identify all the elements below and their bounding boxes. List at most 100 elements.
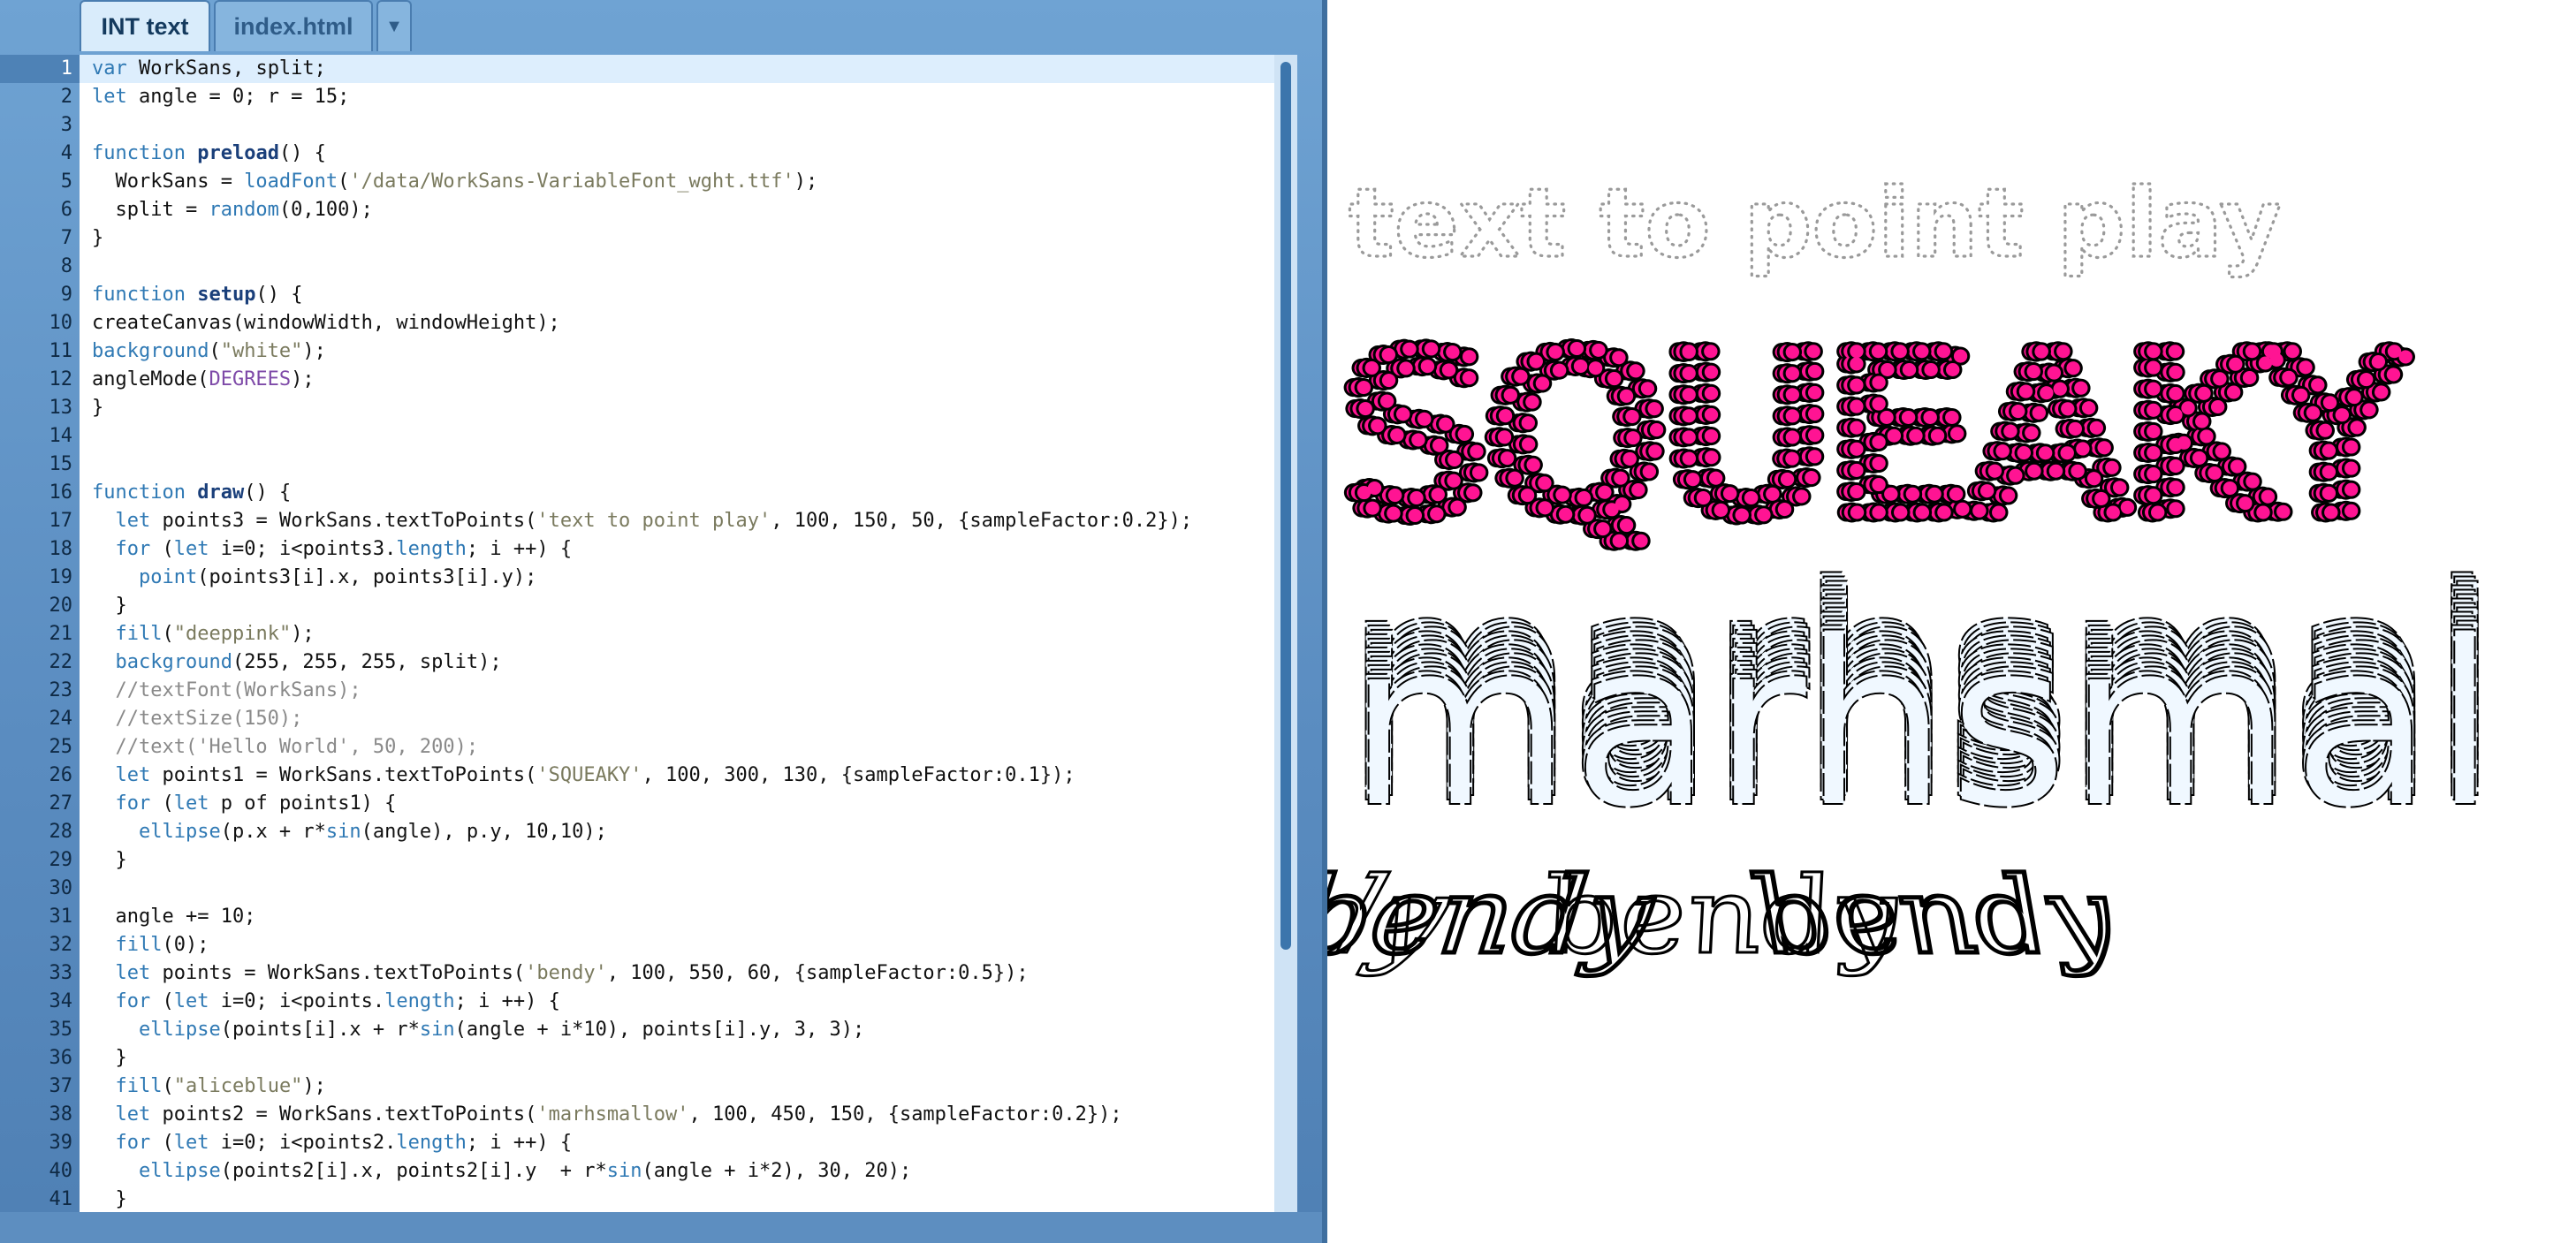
- code-line[interactable]: function setup() {: [80, 281, 1274, 309]
- code-token: }: [92, 397, 104, 419]
- code-line[interactable]: var WorkSans, split;: [80, 55, 1274, 83]
- code-line[interactable]: createCanvas(windowWidth, windowHeight);: [80, 309, 1274, 337]
- code-line[interactable]: let points = WorkSans.textToPoints('bend…: [80, 959, 1274, 988]
- code-line[interactable]: //text('Hello World', 50, 200);: [80, 733, 1274, 762]
- line-number: 12: [49, 368, 73, 390]
- code-token: fill: [115, 934, 163, 956]
- code-token: (: [150, 538, 174, 560]
- code-editor[interactable]: var WorkSans, split; let angle = 0; r = 1…: [80, 55, 1274, 1212]
- code-token: (points[i].x + r*: [220, 1019, 420, 1041]
- code-line[interactable]: angle += 10;: [80, 903, 1274, 931]
- code-line[interactable]: }: [80, 846, 1274, 875]
- code-line[interactable]: function preload() {: [80, 140, 1274, 168]
- line-number: 24: [49, 708, 73, 730]
- line-number: 37: [49, 1075, 73, 1097]
- code-line[interactable]: }: [80, 1186, 1274, 1212]
- code-token: let: [115, 962, 151, 984]
- marshmallow-text: marhsmalmarhsmalmarhsmalmarhsmalmarhsmal…: [1344, 534, 2500, 860]
- code-token: 'SQUEAKY': [536, 764, 642, 786]
- code-token: () {: [255, 284, 303, 306]
- code-line[interactable]: [80, 451, 1274, 479]
- code-token: ellipse: [138, 1019, 221, 1041]
- code-token: var: [92, 57, 127, 80]
- line-number: 5: [60, 171, 72, 193]
- code-line[interactable]: //textFont(WorkSans);: [80, 677, 1274, 705]
- code-token: );: [291, 623, 315, 645]
- line-number: 32: [49, 934, 73, 956]
- code-token: points2 = WorkSans.textToPoints(: [150, 1103, 537, 1126]
- code-line[interactable]: WorkSans = loadFont('/data/WorkSans-Vari…: [80, 168, 1274, 196]
- code-line[interactable]: }: [80, 1044, 1274, 1072]
- line-number: 6: [60, 199, 72, 221]
- code-line[interactable]: let points2 = WorkSans.textToPoints('mar…: [80, 1101, 1274, 1129]
- code-token: (0);: [162, 934, 209, 956]
- line-number: 11: [49, 340, 73, 362]
- code-token: sin: [419, 1019, 455, 1041]
- code-line[interactable]: [80, 253, 1274, 281]
- code-line[interactable]: fill("aliceblue");: [80, 1072, 1274, 1101]
- code-line[interactable]: ellipse(points2[i].x, points2[i].y + r*s…: [80, 1157, 1274, 1186]
- line-number: 40: [49, 1160, 73, 1182]
- code-token: angleMode(: [92, 368, 209, 390]
- scrollbar-thumb[interactable]: [1280, 62, 1291, 950]
- code-token: sin: [325, 821, 361, 843]
- code-line[interactable]: }: [80, 394, 1274, 422]
- code-line[interactable]: for (let i=0; i<points3.length; i ++) {: [80, 535, 1274, 564]
- code-token: points1 = WorkSans.textToPoints(: [150, 764, 537, 786]
- code-token: (0,100);: [278, 199, 373, 221]
- code-line[interactable]: let angle = 0; r = 15;: [80, 83, 1274, 111]
- line-number-gutter: 1 2 3 4 5 6 7 8 9 10 11 12 13 14 15 16 17 18 19 20 21 22 23 24 2…: [0, 55, 80, 1212]
- tab-int-text[interactable]: INT text: [80, 0, 210, 51]
- squeaky-dot-fill: SQUEAKY: [1349, 307, 2410, 565]
- code-line[interactable]: background(255, 255, 255, split);: [80, 648, 1274, 677]
- code-line[interactable]: for (let p of points1) {: [80, 790, 1274, 818]
- code-line[interactable]: point(points3[i].x, points3[i].y);: [80, 564, 1274, 592]
- code-token: for: [115, 538, 151, 560]
- code-token: (angle + i*2), 30, 20);: [642, 1160, 912, 1182]
- code-line[interactable]: ellipse(p.x + r*sin(angle), p.y, 10,10);: [80, 818, 1274, 846]
- code-token: () {: [244, 481, 292, 504]
- code-line[interactable]: [80, 875, 1274, 903]
- code-line[interactable]: }: [80, 592, 1274, 620]
- code-line[interactable]: fill(0);: [80, 931, 1274, 959]
- code-token: function: [92, 142, 186, 164]
- code-line[interactable]: split = random(0,100);: [80, 196, 1274, 224]
- code-line[interactable]: function draw() {: [80, 479, 1274, 507]
- code-token: );: [302, 1075, 326, 1097]
- code-token: let: [173, 792, 209, 815]
- code-line[interactable]: }: [80, 224, 1274, 253]
- code-token: (: [150, 990, 174, 1012]
- tab-index-html[interactable]: index.html: [214, 0, 373, 51]
- code-token: let: [115, 764, 151, 786]
- dropdown-arrow-icon[interactable]: ▼: [376, 0, 412, 51]
- code-token: let: [173, 538, 209, 560]
- code-line[interactable]: //textSize(150);: [80, 705, 1274, 733]
- code-token: fill: [115, 1075, 163, 1097]
- code-token: }: [92, 849, 127, 871]
- code-line[interactable]: ellipse(points[i].x + r*sin(angle + i*10…: [80, 1016, 1274, 1044]
- code-line[interactable]: for (let i=0; i<points2.length; i ++) {: [80, 1129, 1274, 1157]
- code-line[interactable]: fill("deeppink");: [80, 620, 1274, 648]
- code-line[interactable]: let points3 = WorkSans.textToPoints('tex…: [80, 507, 1274, 535]
- code-line[interactable]: let points1 = WorkSans.textToPoints('SQU…: [80, 762, 1274, 790]
- code-line[interactable]: [80, 111, 1274, 140]
- code-token: //text('Hello World', 50, 200);: [92, 736, 479, 758]
- code-token: points3 = WorkSans.textToPoints(: [150, 510, 537, 532]
- code-line[interactable]: for (let i=0; i<points.length; i ++) {: [80, 988, 1274, 1016]
- code-line[interactable]: background("white");: [80, 337, 1274, 366]
- line-number: 13: [49, 397, 73, 419]
- code-line[interactable]: angleMode(DEGREES);: [80, 366, 1274, 394]
- code-token: 'text to point play': [536, 510, 771, 532]
- code-line[interactable]: [80, 422, 1274, 451]
- code-token: split =: [92, 199, 209, 221]
- code-token: }: [92, 1047, 127, 1069]
